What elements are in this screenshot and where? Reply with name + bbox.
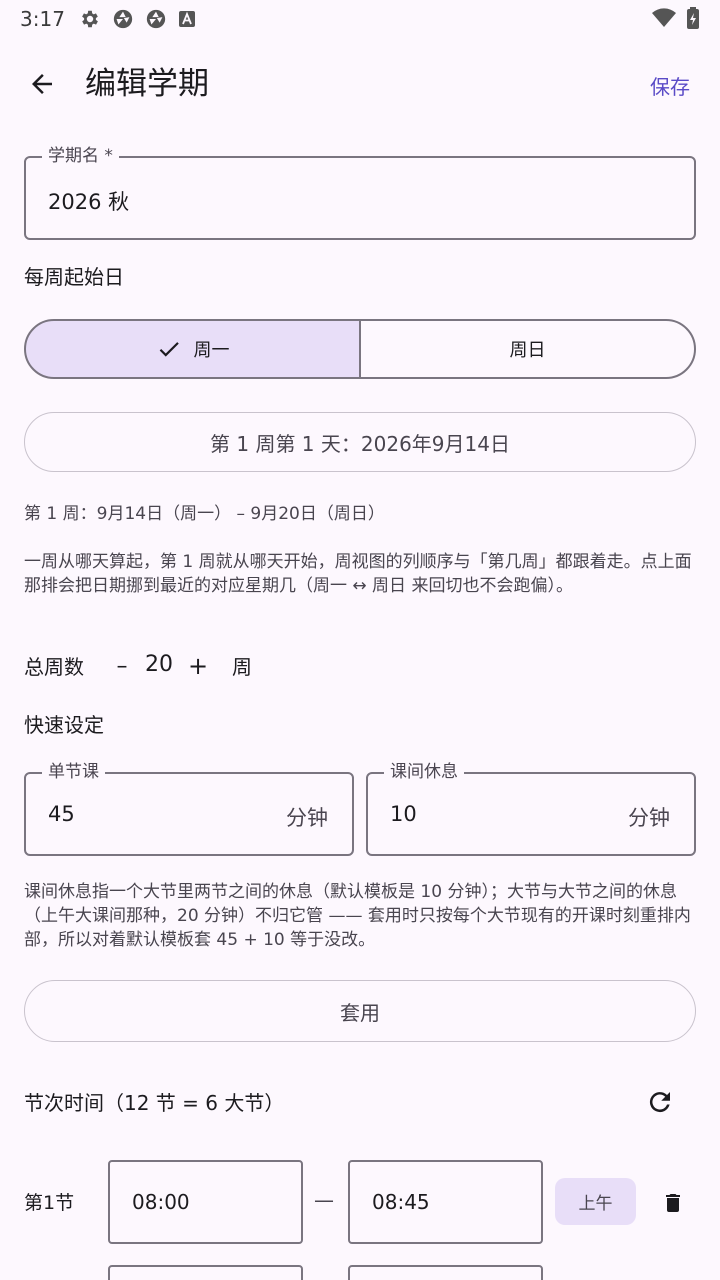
period-1-session-label: 上午: [578, 1194, 613, 1214]
week-start-monday-button[interactable]: 周一: [24, 319, 361, 379]
quick-setup-help-text: 课间休息指一个大节里两节之间的休息（默认模板是 10 分钟）；大节与大节之间的休…: [24, 882, 691, 950]
apply-label: 套用: [340, 1000, 380, 1025]
first-day-button[interactable]: 第 1 周第 1 天：2026年9月14日: [24, 412, 696, 472]
total-weeks-minus-button[interactable]: –: [108, 648, 136, 684]
period-1-name: 第1节: [24, 1192, 75, 1214]
term-name-field[interactable]: 2026 秋: [24, 156, 696, 240]
lesson-length-value: 45: [48, 802, 75, 826]
lesson-length-label: 单节课: [42, 762, 105, 782]
quick-setup-label: 快速设定: [24, 713, 104, 737]
period-1-start-value: 08:00: [132, 1190, 190, 1214]
aperture-icon: [145, 8, 167, 30]
page-title: 编辑学期: [85, 66, 209, 102]
week-start-sunday-button[interactable]: 周日: [359, 319, 696, 379]
status-bar: 3:17: [0, 0, 720, 36]
period-1-session-chip[interactable]: 上午: [555, 1178, 636, 1225]
term-name-label: 学期名 *: [42, 146, 119, 166]
a-box-icon: [178, 10, 200, 32]
period-1-end-field[interactable]: 08:45: [348, 1160, 543, 1244]
trash-icon: [666, 1194, 680, 1212]
term-name-value: 2026 秋: [48, 190, 130, 214]
week-start-help-text: 一周从哪天算起，第 1 周就从哪天开始，周视图的列顺序与「第几周」都跟着走。点上…: [24, 552, 692, 596]
check-icon: [159, 342, 179, 357]
break-length-label: 课间休息: [384, 762, 464, 782]
total-weeks-unit: 周: [232, 655, 252, 679]
total-weeks-value: 20: [145, 652, 173, 677]
period-1-dash: —: [314, 1188, 334, 1212]
period-1-delete-button[interactable]: [656, 1186, 690, 1220]
refresh-icon: [649, 1092, 670, 1113]
period-1-end-value: 08:45: [372, 1190, 430, 1214]
save-button[interactable]: 保存: [632, 66, 708, 104]
period-2-end-field[interactable]: [348, 1265, 543, 1280]
break-length-value: 10: [390, 802, 417, 826]
lesson-length-suffix: 分钟: [286, 806, 328, 830]
status-time: 3:17: [20, 7, 65, 31]
battery-icon: [686, 7, 700, 33]
wifi-icon: [651, 7, 677, 33]
lesson-length-field[interactable]: 45 分钟: [24, 772, 354, 856]
apply-button[interactable]: 套用: [24, 980, 696, 1042]
reset-periods-button[interactable]: [640, 1082, 680, 1122]
total-weeks-label: 总周数: [24, 655, 84, 679]
break-length-field[interactable]: 10 分钟: [366, 772, 696, 856]
period-2-start-field[interactable]: [108, 1265, 303, 1280]
week1-range-text: 第 1 周：9月14日（周一） – 9月20日（周日）: [24, 504, 385, 524]
gear-icon: [79, 8, 101, 30]
back-button[interactable]: [22, 64, 62, 104]
aperture-icon: [112, 8, 134, 30]
first-day-label: 第 1 周第 1 天：2026年9月14日: [210, 431, 510, 456]
total-weeks-plus-button[interactable]: +: [184, 648, 212, 684]
week-start-label: 每周起始日: [24, 265, 124, 289]
periods-header: 节次时间（12 节 = 6 大节）: [24, 1091, 285, 1115]
week-start-sunday-label: 周日: [509, 340, 546, 361]
week-start-monday-label: 周一: [193, 340, 230, 361]
break-length-suffix: 分钟: [628, 806, 670, 830]
period-1-start-field[interactable]: 08:00: [108, 1160, 303, 1244]
arrow-back-icon: [32, 74, 52, 94]
